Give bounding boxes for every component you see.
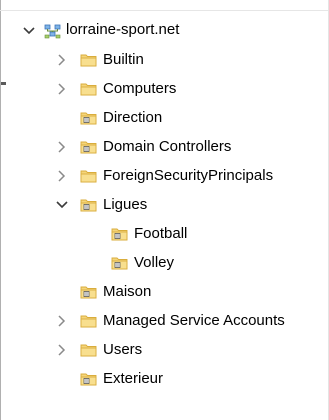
tree-node-computers[interactable]: Computers (0, 75, 329, 104)
tree-node-direction[interactable]: Direction (0, 104, 329, 133)
tree-node-label: Football (134, 225, 188, 242)
tree-node-label: Users (103, 341, 143, 358)
chevron-right-icon[interactable] (55, 314, 69, 328)
tree-node-exterieur[interactable]: Exterieur (0, 365, 329, 394)
tree-node-label: Managed Service Accounts (103, 312, 285, 329)
chevron-right-icon[interactable] (55, 82, 69, 96)
chevron-down-icon[interactable] (55, 198, 69, 212)
tree-node-builtin[interactable]: Builtin (0, 46, 329, 75)
tree-node-label: Computers (103, 80, 177, 97)
tree-node-label: Domain Controllers (103, 138, 232, 155)
folder-icon (80, 344, 97, 357)
organizational-unit-icon (111, 257, 128, 270)
folder-icon (80, 54, 97, 67)
chevron-right-icon[interactable] (55, 53, 69, 67)
tree-node-root[interactable]: lorraine-sport.net (0, 17, 329, 46)
organizational-unit-icon (80, 286, 97, 299)
pane-top-edge (0, 0, 329, 11)
tree-node-maison[interactable]: Maison (0, 278, 329, 307)
tree-node-football[interactable]: Football (0, 220, 329, 249)
tree-node-volley[interactable]: Volley (0, 249, 329, 278)
tree-node-label: Exterieur (103, 370, 164, 387)
tree-node-label: Maison (103, 283, 152, 300)
organizational-unit-icon (80, 373, 97, 386)
tree-node-label: ForeignSecurityPrincipals (103, 167, 274, 184)
tree-node-label: Volley (134, 254, 175, 271)
folder-icon (80, 170, 97, 183)
organizational-unit-icon (111, 228, 128, 241)
folder-icon (80, 83, 97, 96)
tree-node-ligues[interactable]: Ligues (0, 191, 329, 220)
chevron-right-icon[interactable] (55, 140, 69, 154)
folder-icon (80, 315, 97, 328)
tree-node-label: Builtin (103, 51, 144, 68)
chevron-down-icon[interactable] (22, 24, 36, 38)
chevron-right-icon[interactable] (55, 343, 69, 357)
chevron-right-icon[interactable] (55, 169, 69, 183)
organizational-unit-icon (80, 141, 97, 154)
organizational-unit-icon (80, 199, 97, 212)
tree-view: lorraine-sport.net Builtin Computers Dir… (0, 17, 329, 394)
organizational-unit-icon (80, 112, 97, 125)
tree-node-domain-controllers[interactable]: Domain Controllers (0, 133, 329, 162)
tree-node-label: Ligues (103, 196, 148, 213)
tree-node-managed-service-accounts[interactable]: Managed Service Accounts (0, 307, 329, 336)
tree-node-label: lorraine-sport.net (66, 21, 180, 38)
domain-icon (44, 24, 61, 39)
tree-node-users[interactable]: Users (0, 336, 329, 365)
tree-node-foreign-security-principals[interactable]: ForeignSecurityPrincipals (0, 162, 329, 191)
tree-node-label: Direction (103, 109, 163, 126)
